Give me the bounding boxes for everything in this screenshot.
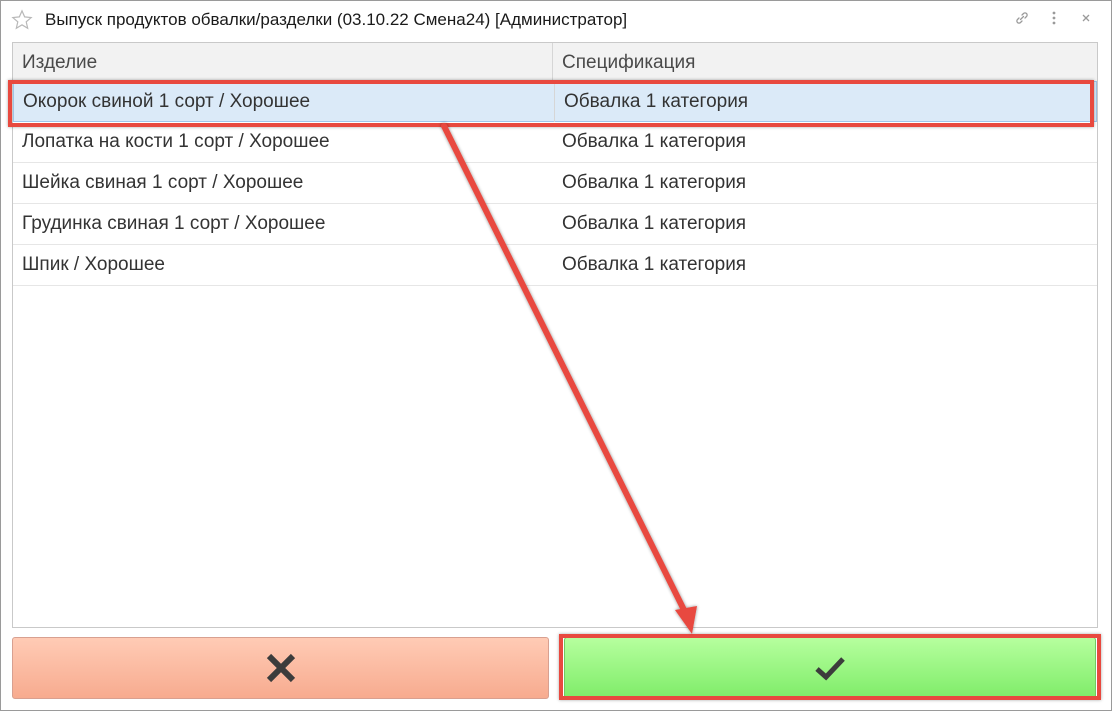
table-row[interactable]: Окорок свиной 1 сорт / Хорошее Обвалка 1… xyxy=(13,81,1097,122)
confirm-button[interactable] xyxy=(564,637,1096,699)
table-row[interactable]: Шейка свиная 1 сорт / Хорошее Обвалка 1 … xyxy=(13,163,1097,204)
title-bar: Выпуск продуктов обвалки/разделки (03.10… xyxy=(1,1,1111,38)
product-cell: Окорок свиной 1 сорт / Хорошее xyxy=(23,91,311,112)
table-row[interactable]: Грудинка свиная 1 сорт / Хорошее Обвалка… xyxy=(13,204,1097,245)
cancel-button[interactable] xyxy=(12,637,549,699)
product-cell: Шейка свиная 1 сорт / Хорошее xyxy=(22,172,304,193)
specification-cell: Обвалка 1 категория xyxy=(562,131,747,152)
product-cell: Грудинка свиная 1 сорт / Хорошее xyxy=(22,213,326,234)
specification-cell: Обвалка 1 категория xyxy=(562,254,747,275)
dialog-window: Выпуск продуктов обвалки/разделки (03.10… xyxy=(0,0,1112,711)
close-icon[interactable] xyxy=(1077,10,1095,28)
specification-cell: Обвалка 1 категория xyxy=(562,213,747,234)
title-actions xyxy=(1013,10,1095,28)
specification-cell: Обвалка 1 категория xyxy=(554,82,1098,122)
table-row[interactable]: Шпик / Хорошее Обвалка 1 категория xyxy=(13,245,1097,286)
table-row[interactable]: Лопатка на кости 1 сорт / Хорошее Обвалк… xyxy=(13,122,1097,163)
column-header-specification[interactable]: Спецификация xyxy=(553,43,1097,81)
table-header: Изделие Спецификация xyxy=(13,43,1097,82)
more-options-icon[interactable] xyxy=(1045,10,1063,28)
close-x-icon xyxy=(266,653,295,683)
link-icon[interactable] xyxy=(1013,10,1031,28)
product-cell: Шпик / Хорошее xyxy=(22,254,166,275)
products-table: Изделие Спецификация Окорок свиной 1 сор… xyxy=(12,42,1098,628)
column-header-product[interactable]: Изделие xyxy=(13,43,553,81)
checkmark-icon xyxy=(815,657,845,681)
specification-cell: Обвалка 1 категория xyxy=(562,172,747,193)
window-title: Выпуск продуктов обвалки/разделки (03.10… xyxy=(45,10,628,29)
product-cell: Лопатка на кости 1 сорт / Хорошее xyxy=(22,131,330,152)
favorite-star-icon[interactable] xyxy=(11,9,33,31)
